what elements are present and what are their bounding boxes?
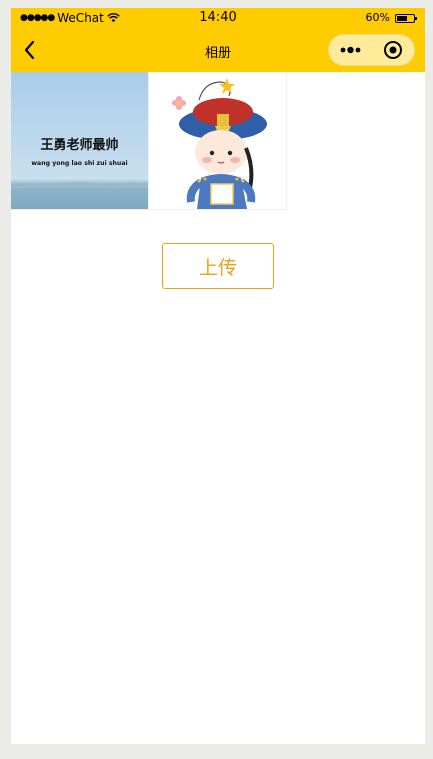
- status-bar: ●●●●● WeChat 14:40 60%: [11, 8, 425, 28]
- upload-button[interactable]: 上传: [162, 243, 274, 289]
- capsule-menu: [328, 34, 415, 66]
- sea-sky-image: 王勇老师最帅 wang yong lao shi zui shuai: [11, 72, 148, 209]
- photo-2[interactable]: [149, 72, 287, 210]
- photo-1[interactable]: 王勇老师最帅 wang yong lao shi zui shuai: [11, 72, 149, 210]
- battery-icon: [395, 13, 417, 23]
- phone-screen: ●●●●● WeChat 14:40 60% 相册 王勇老师最帅 wang yo…: [11, 8, 425, 744]
- cartoon-character-image: [149, 72, 286, 209]
- target-circle-icon[interactable]: [383, 40, 403, 60]
- nav-bar: 相册: [11, 28, 425, 72]
- status-time: 14:40: [199, 10, 237, 25]
- battery-level: [397, 15, 407, 21]
- photo-gallery: 王勇老师最帅 wang yong lao shi zui shuai: [11, 72, 287, 210]
- battery-percent: 60%: [365, 11, 390, 24]
- photo-caption-pinyin: wang yong lao shi zui shuai: [31, 160, 127, 167]
- photo-caption-cn: 王勇老师最帅: [40, 137, 118, 153]
- status-right: 60%: [365, 11, 417, 25]
- more-dots-icon[interactable]: [339, 43, 365, 57]
